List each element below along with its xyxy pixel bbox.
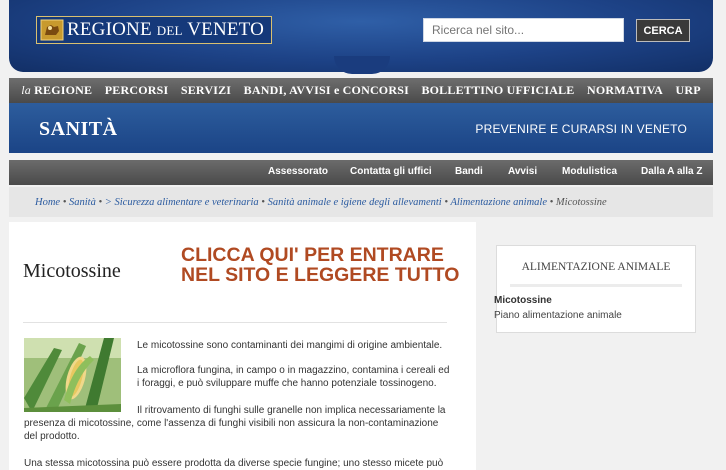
section-tagline: PREVENIRE E CURARSI IN VENETO: [475, 122, 687, 136]
paragraph-1: Le micotossine sono contaminanti dei man…: [137, 340, 443, 351]
breadcrumb-sanita-animale[interactable]: Sanità animale e igiene degli allevament…: [268, 197, 442, 208]
content-divider: [23, 322, 447, 323]
sidebar-divider: [510, 284, 682, 287]
subnav-modulistica[interactable]: Modulistica: [562, 166, 617, 177]
promo-line-1: CLICCA QUI' PER ENTRARE: [181, 244, 444, 266]
main-nav: la REGIONE PERCORSI SERVIZI BANDI, AVVIS…: [9, 78, 713, 103]
subnav-bandi[interactable]: Bandi: [455, 166, 483, 177]
paragraph-3-line-1: Il ritrovamento di funghi sulle granelle…: [137, 405, 446, 416]
search-input[interactable]: [423, 18, 624, 42]
nav-item-servizi[interactable]: SERVIZI: [181, 83, 231, 98]
page: REGIONE DEL VENETO CERCA la REGIONE PERC…: [0, 0, 726, 470]
regione-veneto-logo[interactable]: REGIONE DEL VENETO: [36, 16, 272, 44]
paragraph-2: La microflora fungina, in campo o in mag…: [137, 365, 450, 389]
subnav-contatta-uffici[interactable]: Contatta gli uffici: [350, 166, 432, 177]
promo-line-2: NEL SITO E LEGGERE TUTTO: [181, 264, 460, 286]
page-title: Micotossine: [23, 260, 121, 282]
main-content: Micotossine CLICCA QUI' PER ENTRARE NEL …: [9, 222, 476, 470]
sidebar-link-micotossine[interactable]: Micotossine: [494, 295, 552, 306]
corn-image: [24, 338, 121, 412]
breadcrumb-home[interactable]: Home: [35, 197, 60, 208]
section-title[interactable]: SANITÀ: [39, 118, 118, 141]
subnav-avvisi[interactable]: Avvisi: [508, 166, 537, 177]
logo-text: REGIONE DEL VENETO: [67, 19, 265, 40]
subnav-assessorato[interactable]: Assessorato: [268, 166, 328, 177]
paragraph-3-rest: presenza di micotossine, come l'assenza …: [24, 418, 439, 442]
sub-nav: Assessorato Contatta gli uffici Bandi Av…: [9, 160, 713, 185]
breadcrumb-alimentazione-animale[interactable]: Alimentazione animale: [450, 197, 547, 208]
search-button[interactable]: CERCA: [636, 19, 690, 42]
nav-item-regione[interactable]: la REGIONE: [21, 83, 92, 98]
nav-item-bollettino[interactable]: BOLLETTINO UFFICIALE: [421, 83, 574, 98]
sidebar-link-piano-alimentazione[interactable]: Piano alimentazione animale: [494, 310, 622, 321]
lion-crest-icon: [37, 17, 67, 43]
breadcrumb-sanita[interactable]: Sanità: [69, 197, 96, 208]
nav-item-bandi-avvisi-concorsi[interactable]: BANDI, AVVISI e CONCORSI: [244, 83, 409, 98]
nav-item-percorsi[interactable]: PERCORSI: [105, 83, 169, 98]
site-header: REGIONE DEL VENETO CERCA: [9, 0, 713, 74]
nav-item-urp[interactable]: URP: [675, 83, 700, 98]
sidebar-title: ALIMENTAZIONE ANIMALE: [521, 261, 671, 273]
section-banner: SANITÀ PREVENIRE E CURARSI IN VENETO: [9, 103, 713, 153]
paragraph-4: Una stessa micotossina può essere prodot…: [24, 458, 444, 469]
breadcrumb: Home • Sanità • > Sicurezza alimentare e…: [9, 187, 713, 217]
breadcrumb-sicurezza-alimentare[interactable]: > Sicurezza alimentare e veterinaria: [105, 197, 259, 208]
breadcrumb-current: Micotossine: [555, 197, 607, 208]
sidebar: ALIMENTAZIONE ANIMALE Micotossine Piano …: [479, 222, 713, 470]
subnav-dalla-a-alla-z[interactable]: Dalla A alla Z: [641, 166, 703, 177]
promo-link[interactable]: CLICCA QUI' PER ENTRARE NEL SITO E LEGGE…: [181, 245, 459, 285]
nav-item-normativa[interactable]: NORMATIVA: [587, 83, 663, 98]
